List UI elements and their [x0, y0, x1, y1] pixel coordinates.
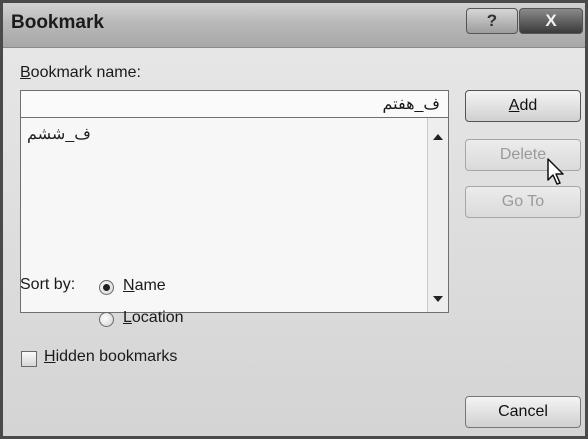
add-button[interactable]: Add — [465, 90, 581, 122]
close-button[interactable]: X — [519, 8, 583, 34]
bookmark-name-label: Bookmark name: — [20, 64, 141, 81]
go-to-button[interactable]: Go To — [465, 186, 581, 218]
list-item[interactable]: ف_ششم — [27, 124, 91, 144]
hidden-bookmarks-checkbox[interactable] — [21, 351, 37, 367]
sort-name-label[interactable]: Name — [123, 277, 166, 295]
scroll-down-arrow-icon[interactable] — [433, 296, 443, 302]
sort-location-radio[interactable] — [99, 312, 114, 327]
bookmark-dialog: Bookmark ? X Bookmark name: ف_هفتم ف_ششم… — [0, 0, 588, 439]
help-icon: ? — [486, 11, 498, 30]
hidden-bookmarks-label[interactable]: Hidden bookmarks — [44, 348, 177, 366]
dialog-content: Bookmark name: ف_هفتم ف_ششم Add Delete G… — [3, 48, 585, 436]
cancel-button[interactable]: Cancel — [465, 396, 581, 428]
bookmark-name-input[interactable]: ف_هفتم — [20, 90, 449, 118]
title-bar[interactable]: Bookmark ? X — [3, 3, 585, 48]
window-title: Bookmark — [11, 12, 104, 33]
close-icon: X — [545, 11, 557, 30]
sort-by-label: Sort by: — [20, 276, 76, 293]
help-button[interactable]: ? — [466, 8, 518, 34]
bookmark-list[interactable]: ف_ششم — [20, 118, 449, 313]
mouse-cursor-icon — [547, 158, 564, 185]
scroll-up-arrow-icon[interactable] — [433, 134, 443, 140]
vertical-scrollbar[interactable] — [427, 118, 448, 312]
sort-name-radio[interactable] — [99, 280, 114, 295]
sort-location-label[interactable]: Location — [123, 309, 184, 327]
